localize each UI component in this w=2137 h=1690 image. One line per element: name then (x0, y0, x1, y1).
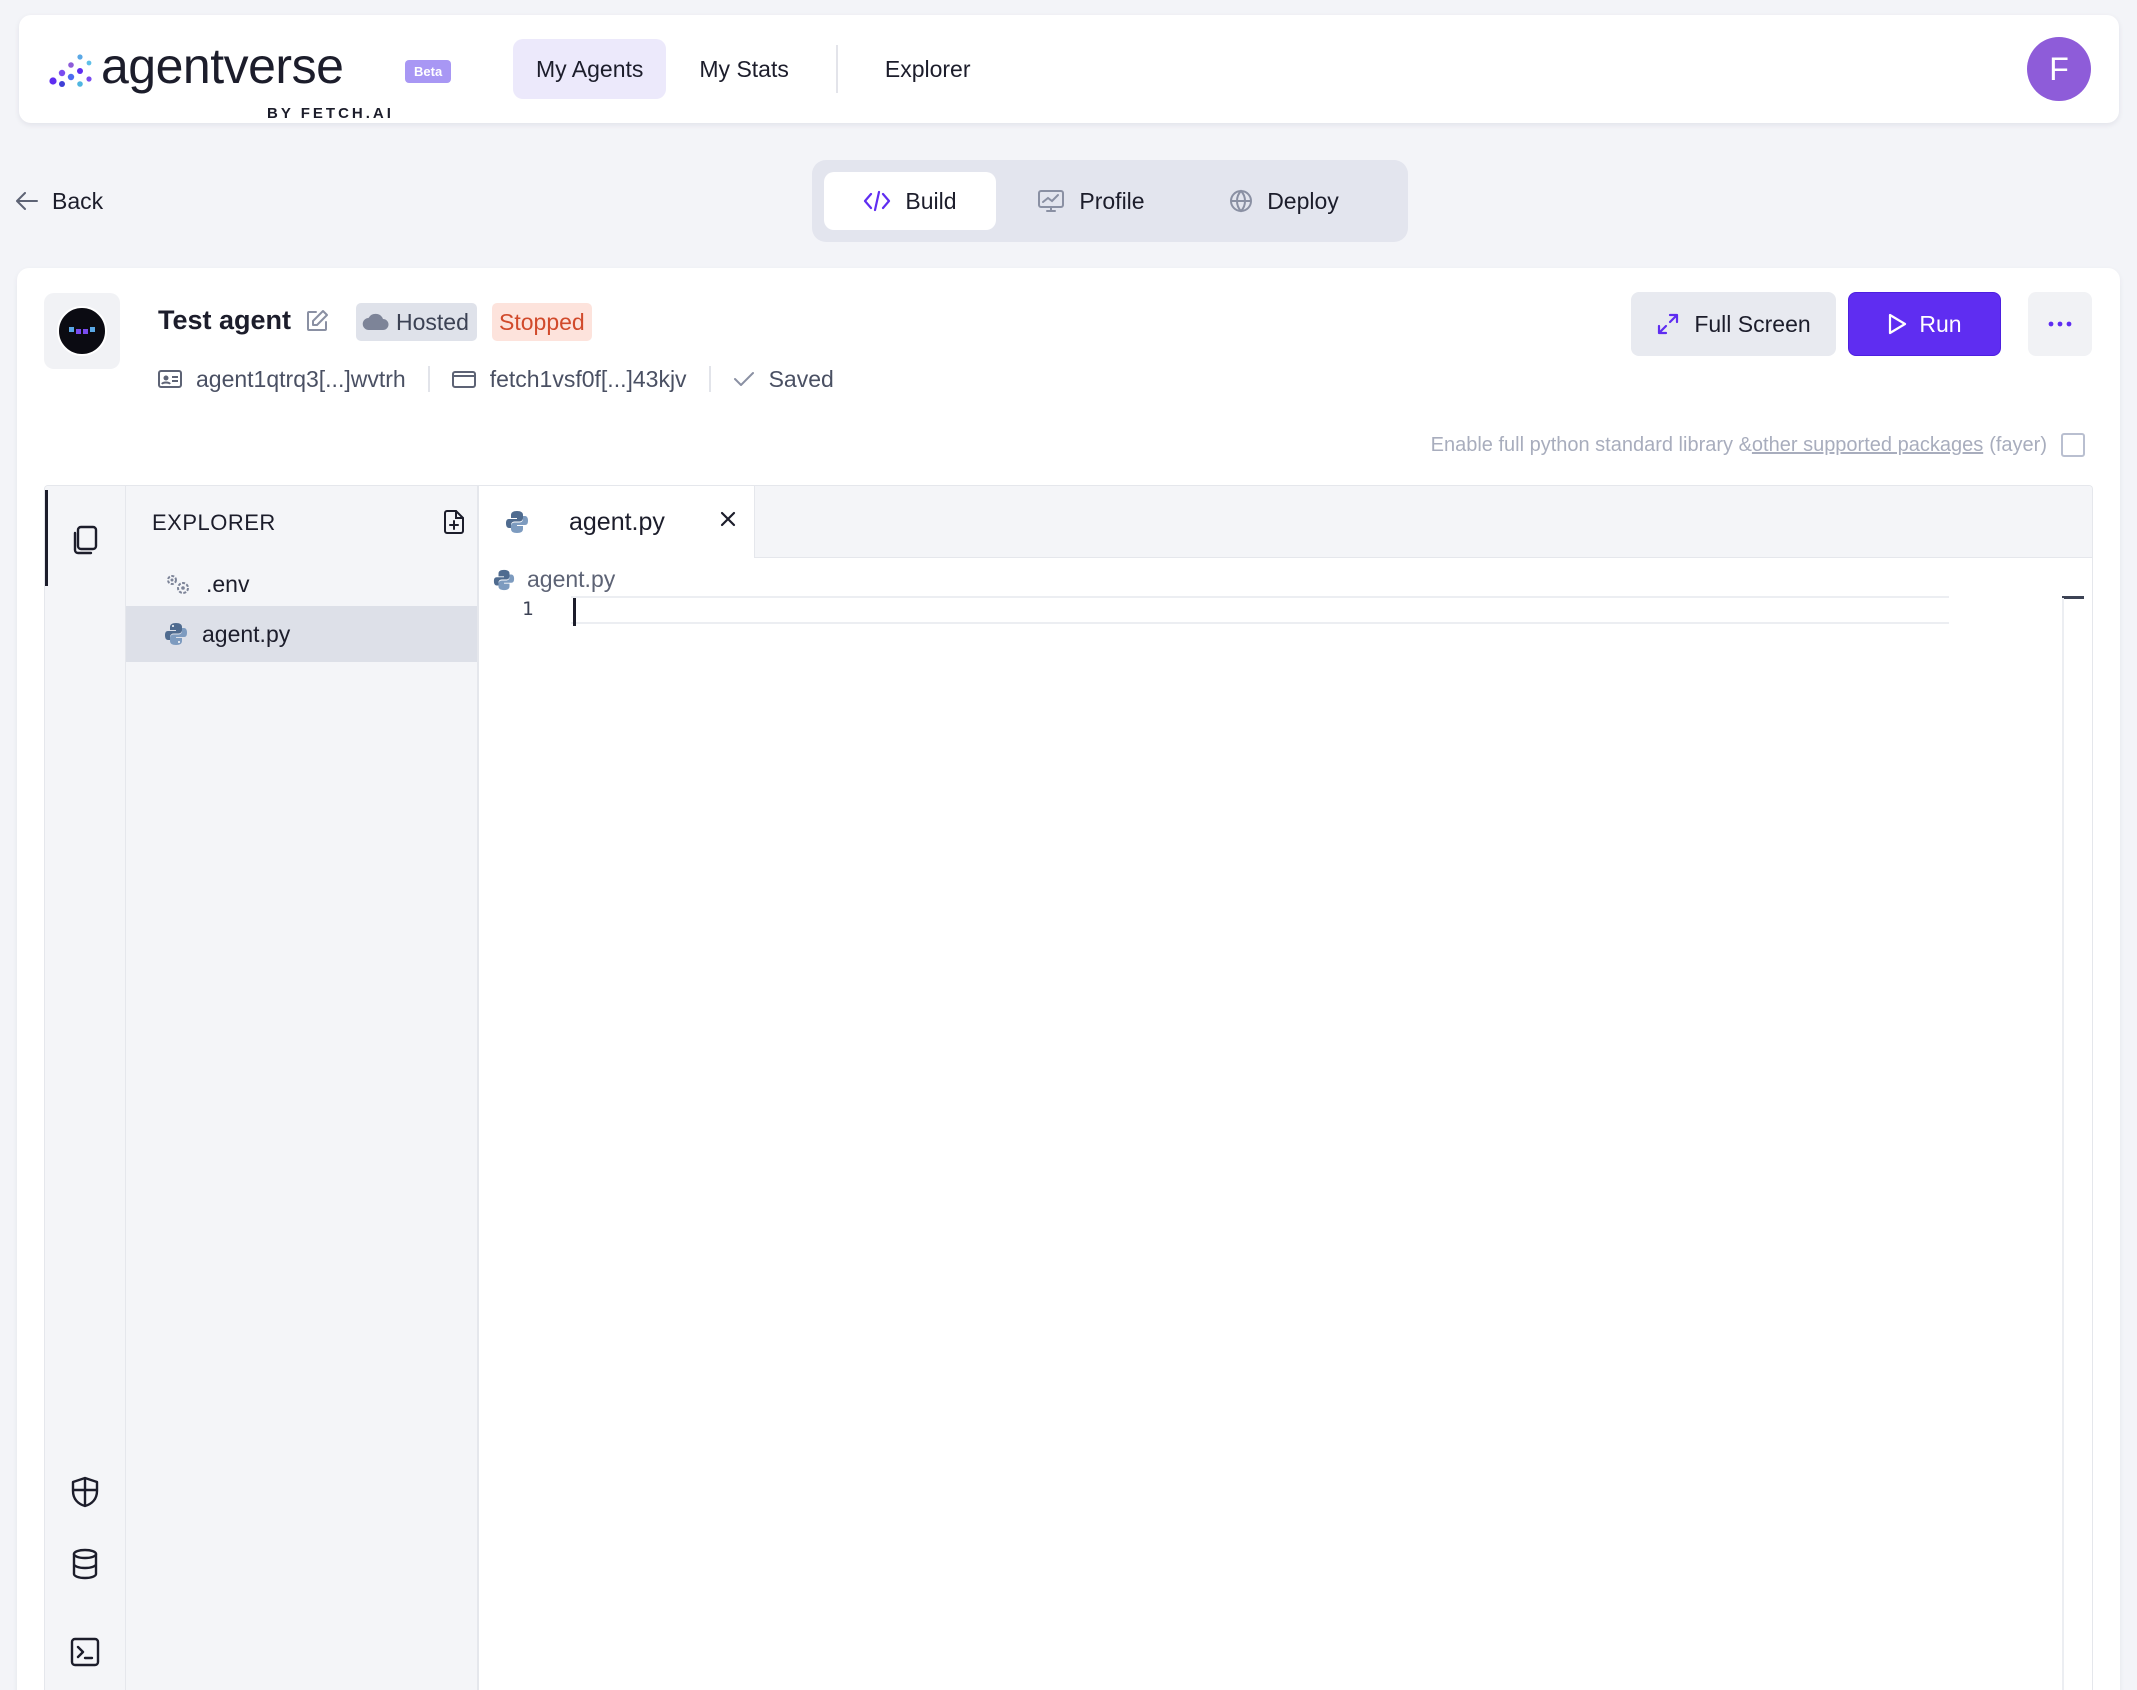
tab-profile-label: Profile (1079, 187, 1145, 214)
editor-scrollbar[interactable] (2062, 598, 2064, 1690)
terminal-icon[interactable] (67, 1634, 103, 1670)
file-item-env[interactable]: .env (126, 556, 477, 612)
text-cursor (573, 598, 576, 626)
code-icon (864, 190, 891, 212)
status-badge: Stopped (492, 303, 592, 341)
shield-icon[interactable] (67, 1474, 103, 1510)
logo-dots-icon (49, 54, 92, 87)
breadcrumb: agent.py (493, 566, 615, 593)
wallet-icon (451, 371, 476, 388)
agent-card: Test agent Hosted Stopped agent1qtrq3[..… (17, 268, 2120, 1690)
file-name: .env (206, 570, 250, 597)
editor-tab-agent-py[interactable]: agent.py (479, 486, 755, 558)
full-screen-label: Full Screen (1694, 310, 1811, 337)
id-card-icon (158, 370, 182, 388)
new-file-icon[interactable] (444, 510, 464, 534)
arrow-left-icon (16, 192, 38, 210)
hosted-label: Hosted (396, 308, 469, 335)
user-avatar[interactable]: F (2027, 37, 2091, 101)
python-icon (493, 569, 515, 590)
beta-badge: Beta (405, 60, 452, 83)
agentverse-logo[interactable]: agentverse Beta BY FETCH.AI (49, 33, 452, 122)
robot-face-icon (57, 306, 107, 356)
tab-profile[interactable]: Profile (996, 172, 1186, 230)
save-state-text: Saved (768, 365, 834, 392)
files-icon[interactable] (67, 522, 103, 558)
stdlib-checkbox[interactable] (2061, 433, 2085, 457)
nav-my-stats[interactable]: My Stats (676, 39, 811, 99)
more-options-button[interactable] (2028, 292, 2092, 356)
gear-icon (167, 575, 189, 594)
current-line-highlight (571, 596, 1949, 624)
save-state: Saved (733, 366, 834, 393)
file-name: agent.py (202, 620, 291, 647)
code-editor: EXPLORER .env agent.py agent.py agent.py… (44, 485, 2093, 1690)
activity-bar (45, 486, 126, 1690)
file-item-agent-py[interactable]: agent.py (126, 606, 477, 662)
agent-wallet[interactable]: fetch1vsf0f[...]43kjv (451, 365, 687, 393)
stdlib-suffix: (fayer) (1989, 433, 2047, 456)
play-icon (1889, 313, 1907, 335)
supported-packages-link[interactable]: other supported packages (1752, 434, 1983, 457)
logo-subtitle: BY FETCH.AI (267, 105, 394, 122)
nav-divider (835, 45, 838, 93)
agent-address-text: agent1qtrq3[...]wvtrh (196, 365, 406, 392)
file-explorer: EXPLORER .env agent.py (126, 486, 479, 1690)
back-button[interactable]: Back (16, 184, 103, 218)
breadcrumb-file: agent.py (527, 566, 616, 592)
agent-avatar (44, 293, 120, 369)
agent-address[interactable]: agent1qtrq3[...]wvtrh (158, 366, 406, 393)
code-area[interactable]: agent.py 1 (479, 558, 2092, 1690)
monitor-chart-icon (1038, 190, 1065, 212)
tab-build[interactable]: Build (824, 172, 996, 230)
cloud-icon (362, 313, 389, 331)
full-screen-button[interactable]: Full Screen (1631, 292, 1836, 356)
agent-name: Test agent (158, 305, 292, 335)
agent-tabs: Build Profile Deploy (812, 160, 1408, 242)
globe-icon (1230, 189, 1253, 213)
close-icon[interactable] (719, 510, 737, 528)
active-indicator (45, 490, 48, 586)
tab-deploy[interactable]: Deploy (1186, 172, 1382, 230)
main-nav: My Agents My Stats Explorer (513, 39, 1004, 99)
agent-meta-row: agent1qtrq3[...]wvtrh fetch1vsf0f[...]43… (158, 362, 834, 396)
explorer-title: EXPLORER (152, 510, 276, 535)
stdlib-text: Enable full python standard library & (1430, 433, 1752, 456)
minimap-marker (2062, 596, 2084, 599)
line-number: 1 (522, 598, 534, 620)
stdlib-option: Enable full python standard library & ot… (1431, 430, 2085, 460)
logo-wordmark: agentverse (101, 38, 344, 94)
tab-build-label: Build (905, 187, 957, 214)
meta-divider (427, 366, 430, 392)
nav-explorer[interactable]: Explorer (862, 39, 994, 99)
check-icon (733, 372, 754, 386)
run-button[interactable]: Run (1848, 292, 2001, 356)
edit-icon[interactable] (305, 309, 329, 333)
agent-wallet-text: fetch1vsf0f[...]43kjv (489, 365, 687, 392)
expand-icon (1658, 313, 1679, 335)
tab-deploy-label: Deploy (1267, 187, 1339, 214)
run-label: Run (1919, 310, 1962, 337)
python-icon (165, 623, 187, 645)
more-horizontal-icon (2048, 321, 2072, 327)
python-icon (506, 511, 528, 533)
top-navbar: agentverse Beta BY FETCH.AI My Agents My… (19, 15, 2119, 123)
database-icon[interactable] (67, 1546, 103, 1582)
hosted-badge: Hosted (356, 303, 477, 341)
editor-tab-label: agent.py (569, 507, 665, 536)
meta-divider (708, 366, 711, 392)
nav-my-agents[interactable]: My Agents (513, 39, 667, 99)
editor-tabbar: agent.py (479, 486, 2092, 558)
back-label: Back (52, 187, 104, 214)
